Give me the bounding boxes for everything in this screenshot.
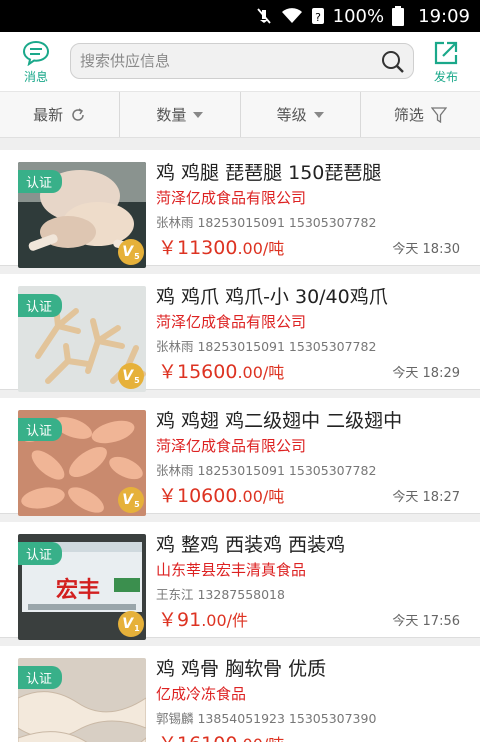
contact-info: 张林雨 18253015091 15305307782 xyxy=(156,463,377,478)
list-item[interactable]: 认证 鸡 鸡骨 胸软骨 优质 亿成冷冻食品 郭锡麟 13854051923 15… xyxy=(0,646,480,750)
svg-text:?: ? xyxy=(315,11,321,24)
vip-level-badge: V1 xyxy=(118,611,144,637)
battery-percent: 100% xyxy=(332,5,385,27)
caret-down-icon xyxy=(193,111,204,118)
price-main: ￥10600 xyxy=(158,485,238,507)
vip-level-badge: V5 xyxy=(118,239,144,265)
post-time: 今天 18:30 xyxy=(392,242,460,257)
publish-button[interactable]: 发布 xyxy=(420,36,472,88)
price: ￥10600.00/吨 xyxy=(158,481,284,508)
certified-badge: 认证 xyxy=(18,170,63,193)
clock: 19:09 xyxy=(418,5,470,27)
price-main: ￥11300 xyxy=(158,237,238,259)
filter-quantity-label: 数量 xyxy=(156,106,187,124)
vip-level-badge: V5 xyxy=(118,363,144,389)
price-unit: .00/吨 xyxy=(237,363,285,382)
product-image: 认证 V5 xyxy=(18,286,146,392)
product-image: 宏丰 认证 V1 xyxy=(18,534,146,640)
list-item[interactable]: 宏丰 认证 V1 鸡 整鸡 西装鸡 西装鸡 山东莘县宏丰清真食品 王东江 132… xyxy=(0,522,480,640)
price-unit: .00/吨 xyxy=(237,239,285,258)
price: ￥91.00/件 xyxy=(158,605,248,632)
list-item[interactable]: 认证 V5 鸡 鸡腿 琵琶腿 150琵琶腿 菏泽亿成食品有限公司 张林雨 182… xyxy=(0,150,480,268)
certified-badge: 认证 xyxy=(18,666,63,689)
filter-grade[interactable]: 等级 xyxy=(241,92,361,137)
vip-level-badge: V5 xyxy=(118,487,144,513)
messages-label: 消息 xyxy=(23,69,48,84)
sim-icon: ? xyxy=(311,7,325,25)
filter-grade-label: 等级 xyxy=(276,106,307,124)
search-box[interactable] xyxy=(70,43,414,79)
box-brand-text: 宏丰 xyxy=(56,577,101,603)
bottom-nav-edge xyxy=(0,742,480,750)
company-name[interactable]: 菏泽亿成食品有限公司 xyxy=(156,311,306,332)
publish-label: 发布 xyxy=(433,69,458,84)
product-title: 鸡 鸡爪 鸡爪-小 30/40鸡爪 xyxy=(156,286,388,308)
product-title: 鸡 整鸡 西装鸡 西装鸡 xyxy=(156,534,346,556)
post-time: 今天 18:29 xyxy=(392,366,460,381)
product-image: 认证 xyxy=(18,658,146,750)
search-icon[interactable] xyxy=(381,50,405,74)
price: ￥11300.00/吨 xyxy=(158,233,284,260)
filter-latest[interactable]: 最新 xyxy=(0,92,121,137)
product-image: 认证 V5 xyxy=(18,162,146,268)
list-item[interactable]: 认证 V5 鸡 鸡翅 鸡二级翅中 二级翅中 菏泽亿成食品有限公司 张林雨 182… xyxy=(0,398,480,516)
refresh-icon xyxy=(72,107,84,121)
filter-bar: 最新 数量 等级 筛选 xyxy=(0,92,480,138)
filter-screen-label: 筛选 xyxy=(393,106,424,124)
company-name[interactable]: 菏泽亿成食品有限公司 xyxy=(156,435,306,456)
share-out-icon xyxy=(434,41,458,64)
contact-info: 郭锡麟 13854051923 15305307390 xyxy=(156,711,377,726)
caret-down-icon xyxy=(313,111,324,118)
messages-button[interactable]: 消息 xyxy=(10,36,62,88)
price-unit: .00/件 xyxy=(201,611,249,630)
product-title: 鸡 鸡腿 琵琶腿 150琵琶腿 xyxy=(156,162,382,184)
certified-badge: 认证 xyxy=(18,418,63,441)
battery-icon xyxy=(392,6,405,26)
filter-latest-label: 最新 xyxy=(33,106,64,124)
product-title: 鸡 鸡翅 鸡二级翅中 二级翅中 xyxy=(156,410,403,432)
contact-info: 张林雨 18253015091 15305307782 xyxy=(156,215,377,230)
chat-bubble-icon xyxy=(22,40,50,66)
filter-screen[interactable]: 筛选 xyxy=(361,92,480,137)
company-name[interactable]: 菏泽亿成食品有限公司 xyxy=(156,187,306,208)
certified-badge: 认证 xyxy=(18,294,63,317)
mute-icon xyxy=(255,7,273,25)
status-bar: ? 100% 19:09 xyxy=(0,0,480,32)
price-main: ￥91 xyxy=(158,609,202,631)
contact-info: 王东江 13287558018 xyxy=(156,587,285,602)
price-main: ￥15600 xyxy=(158,361,238,383)
top-header: 消息 发布 xyxy=(0,32,480,92)
post-time: 今天 18:27 xyxy=(392,490,460,505)
post-time: 今天 17:56 xyxy=(392,614,460,629)
wifi-icon xyxy=(281,7,303,25)
price: ￥15600.00/吨 xyxy=(158,357,284,384)
supply-list: 认证 V5 鸡 鸡腿 琵琶腿 150琵琶腿 菏泽亿成食品有限公司 张林雨 182… xyxy=(0,138,480,750)
company-name[interactable]: 亿成冷冻食品 xyxy=(156,683,246,704)
certified-badge: 认证 xyxy=(18,542,63,565)
product-title: 鸡 鸡骨 胸软骨 优质 xyxy=(156,658,327,680)
product-image: 认证 V5 xyxy=(18,410,146,516)
contact-info: 张林雨 18253015091 15305307782 xyxy=(156,339,377,354)
funnel-icon xyxy=(430,106,447,123)
company-name[interactable]: 山东莘县宏丰清真食品 xyxy=(156,559,306,580)
filter-quantity[interactable]: 数量 xyxy=(120,92,241,137)
price-unit: .00/吨 xyxy=(237,487,285,506)
list-item[interactable]: 认证 V5 鸡 鸡爪 鸡爪-小 30/40鸡爪 菏泽亿成食品有限公司 张林雨 1… xyxy=(0,274,480,392)
search-input[interactable] xyxy=(80,52,370,70)
